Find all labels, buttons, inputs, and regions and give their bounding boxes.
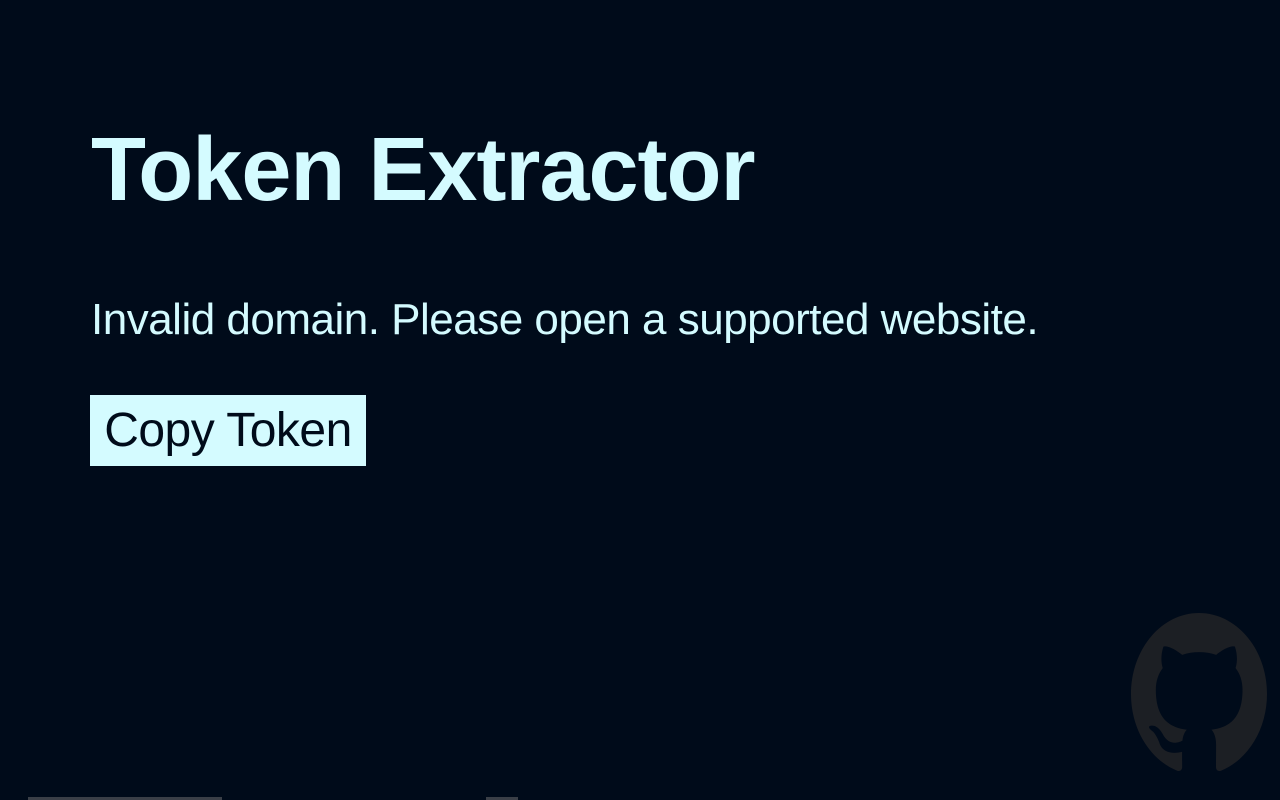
page-title: Token Extractor bbox=[91, 120, 756, 220]
github-icon bbox=[1131, 613, 1267, 775]
github-link[interactable] bbox=[1131, 613, 1267, 775]
copy-token-button[interactable]: Copy Token bbox=[90, 395, 366, 466]
status-message: Invalid domain. Please open a supported … bbox=[91, 295, 1039, 344]
popup-page: Token Extractor Invalid domain. Please o… bbox=[0, 0, 1280, 800]
